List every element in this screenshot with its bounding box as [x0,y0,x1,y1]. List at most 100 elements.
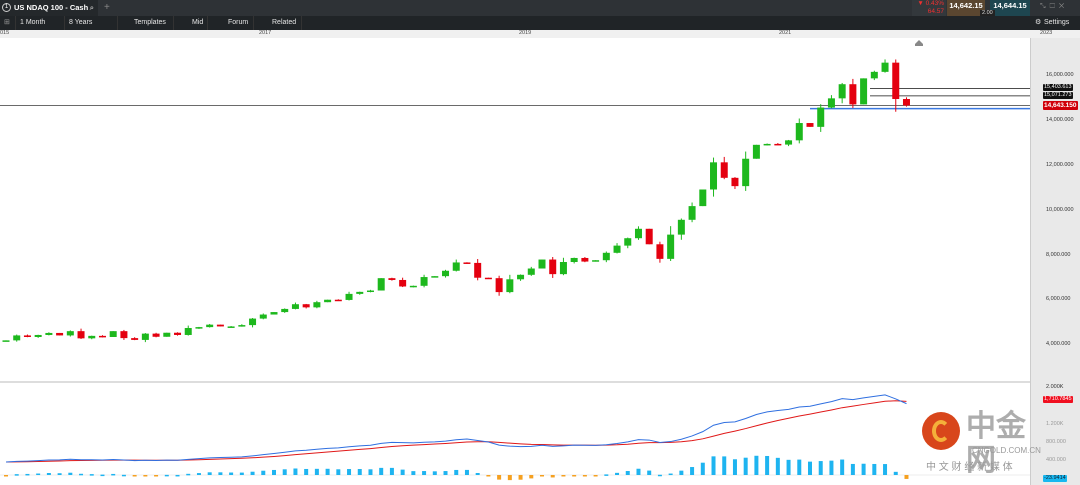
histogram-bar [121,474,126,477]
histogram-bar [507,475,512,481]
candle-body [892,62,900,100]
histogram-bar [347,469,352,475]
histogram-bar [229,472,234,475]
histogram-bar [872,463,877,475]
candle-body [120,331,128,339]
histogram-bar [250,471,255,475]
histogram-bar [89,474,94,476]
candle-body [817,107,825,127]
histogram-bar [636,468,641,475]
candle-body [592,260,600,262]
candle-body [77,331,85,339]
histogram-bar [272,469,276,475]
candle-body [302,304,310,308]
signal-line [5,400,907,463]
candle-body [688,206,696,220]
settings-label: Settings [1044,19,1070,26]
candle-body [549,259,557,275]
settings-icon: ⚙ [1035,19,1042,26]
candle-body [291,304,299,309]
histogram-bar [647,470,652,475]
window-controls[interactable]: ⤡☐✕ [1040,3,1068,11]
histogram-bar [261,470,266,475]
candle-body [174,332,182,335]
level-tag: 15,071.273 [1043,92,1073,99]
histogram-bar [497,475,502,480]
candle-body [56,332,64,336]
candle-body [602,252,610,261]
candle-body [613,245,621,253]
histogram-bar [207,472,212,475]
candle-body [45,332,53,335]
histogram-bar [411,471,416,475]
histogram-bar [325,468,330,475]
logo-icon [922,412,960,450]
histogram-bar [861,463,866,475]
home-marker-icon [915,40,923,46]
candle-body [184,328,192,335]
candle-body [34,334,42,337]
histogram-bar [561,475,566,477]
candle-body [645,228,653,245]
indicator-tick: 1.200K [1046,421,1064,427]
candle-body [731,177,739,187]
histogram-bar [218,472,223,475]
candle-body [281,308,289,313]
candle-body [206,324,214,328]
histogram-bar [389,467,394,475]
indicator-tick: 2.000K [1046,384,1064,390]
candle-body [388,278,396,280]
histogram-bar [379,467,384,475]
histogram-bar [314,468,319,475]
histogram-bar [422,471,427,475]
candle-body [399,279,407,287]
macd-line [5,394,907,463]
histogram-bar [154,475,159,477]
histogram-bar [186,473,191,476]
histogram-bar [690,467,695,475]
candle-body [345,293,353,300]
histogram-bar [432,471,437,475]
candle-body [334,299,342,302]
price-tick: 8,000.000 [1046,252,1071,258]
histogram-bar [765,455,770,475]
histogram-bar [786,459,791,475]
price-chart[interactable] [0,0,1030,485]
histogram-bar [164,474,169,477]
candle-body [527,268,535,275]
price-tick: 4,000.000 [1046,341,1071,347]
candle-body [420,277,428,286]
histogram-bar [111,473,116,476]
candle-body [195,327,203,329]
candle-body [870,71,878,79]
histogram-bar [540,475,544,477]
candle-body [774,143,782,146]
histogram-bar [486,475,491,477]
histogram-bar [36,473,41,476]
candle-body [827,98,835,108]
candle-body [377,278,385,291]
price-tick: 12,000.000 [1046,162,1074,168]
candle-body [442,270,450,277]
indicator-tick: 800.000 [1046,439,1066,445]
settings-button[interactable]: ⚙ Settings [1032,16,1080,30]
candle-body [109,331,117,337]
histogram-bar [518,475,523,480]
watermark-tagline: 中 文 财 经 新 媒 体 [926,462,1013,473]
price-tick: 16,000.000 [1046,72,1074,78]
histogram-bar [668,473,673,476]
candle-body [506,279,514,293]
candle-body [806,123,814,127]
candle-body [517,274,525,280]
histogram-bar [529,475,534,479]
histogram-bar [582,475,587,477]
histogram-bar [79,473,84,476]
histogram-bar [657,474,662,477]
candle-body [484,277,492,280]
candle-body [559,262,567,275]
histogram-bar [132,475,137,477]
candle-body [763,143,771,146]
level-tag: 15,403.613 [1043,84,1073,91]
signal-value-tag: 1,710.7845 [1043,396,1073,403]
candle-body [495,278,503,293]
